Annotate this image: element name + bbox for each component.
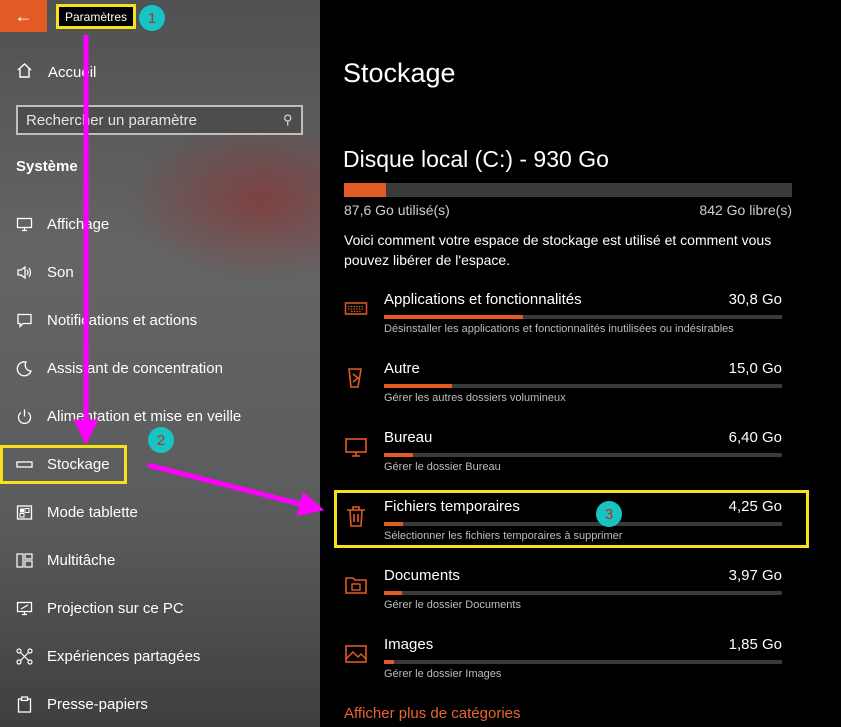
category-bar [384,384,782,388]
home-link[interactable]: Accueil [16,62,96,83]
category-name: Fichiers temporaires [384,498,520,515]
sidebar-item-stockage[interactable]: Stockage [16,452,110,476]
category-name: Images [384,636,434,653]
multitask-icon [16,552,33,569]
speaker-icon [16,264,33,281]
page-title: Stockage [343,58,456,88]
used-space-label: 87,6 Go utilisé(s) [344,202,450,218]
sidebar-item-alimentation[interactable]: Alimentation et mise en veille [16,404,241,428]
category-name: Autre [384,360,420,377]
sidebar-item-concentration[interactable]: Assistant de concentration [16,356,223,380]
category-bar [384,453,782,457]
category-size: 1,85 Go [728,636,782,653]
sidebar-item-label: Notifications et actions [47,311,198,329]
sidebar-item-label: Expériences partagées [47,647,201,665]
window-title-text: Paramètres [65,9,128,24]
power-icon [16,408,33,425]
category-bar-fill [384,315,524,319]
step-badge-1: 1 [139,5,165,31]
category-size: 6,40 Go [728,429,782,446]
sidebar-item-label: Son [47,263,74,281]
home-icon [16,62,33,83]
sidebar-item-label: Multitâche [47,551,116,569]
category-subtitle: Gérer le dossier Documents [384,599,521,611]
category-size: 4,25 Go [728,498,782,515]
category-documents[interactable]: Documents 3,97 Go Gérer le dossier Docum… [344,567,782,625]
category-fichiers-temporaires[interactable]: Fichiers temporaires 4,25 Go Sélectionne… [344,498,782,556]
category-images[interactable]: Images 1,85 Go Gérer le dossier Images [344,636,782,694]
sidebar-item-label: Projection sur ce PC [47,599,184,617]
free-space-label: 842 Go libre(s) [699,202,792,218]
category-bar-fill [384,522,404,526]
sidebar-item-label: Assistant de concentration [47,359,223,377]
clipboard-icon [16,695,33,713]
sidebar-item-son[interactable]: Son [16,260,74,284]
images-icon [344,642,368,666]
search-input[interactable]: Rechercher un paramètre ⚲ [16,105,303,135]
category-size: 30,8 Go [728,291,782,308]
category-bar [384,522,782,526]
drive-title: Disque local (C:) - 930 Go [343,146,609,172]
sidebar-item-presse-papiers[interactable]: Presse-papiers [16,692,148,716]
category-applications[interactable]: Applications et fonctionnalités 30,8 Go … [344,291,782,349]
projection-icon [16,600,33,617]
documents-icon [344,573,368,597]
category-size: 3,97 Go [728,567,782,584]
category-bar-fill [384,384,452,388]
category-bureau[interactable]: Bureau 6,40 Go Gérer le dossier Bureau [344,429,782,487]
sidebar-item-label: Alimentation et mise en veille [47,407,242,425]
step-badge-3: 3 [596,501,622,527]
category-subtitle: Gérer le dossier Bureau [384,461,501,473]
drive-usage-bar [344,183,792,197]
category-bar-fill [384,660,394,664]
category-name: Bureau [384,429,433,446]
section-title: Système [16,158,78,175]
step-badge-2: 2 [148,427,174,453]
other-icon [344,366,368,390]
category-bar-fill [384,591,402,595]
keyboard-icon [344,297,368,321]
storage-description: Voici comment votre espace de stockage e… [344,232,772,268]
sidebar-item-label: Affichage [47,215,110,233]
sidebar-item-label: Presse-papiers [47,695,148,713]
sidebar-item-notifications[interactable]: Notifications et actions [16,308,197,332]
window-title: Paramètres [56,4,137,29]
message-icon [16,312,33,329]
sidebar-item-label: Mode tablette [47,503,138,521]
sidebar-item-affichage[interactable]: Affichage [16,212,109,236]
category-name: Documents [384,567,460,584]
sidebar-item-label: Stockage [47,455,110,473]
tablet-icon [16,504,33,521]
sidebar-item-experiences[interactable]: Expériences partagées [16,644,200,668]
back-button[interactable]: ← [0,0,47,32]
category-size: 15,0 Go [728,360,782,377]
category-subtitle: Gérer les autres dossiers volumineux [384,392,566,404]
monitor-icon [16,216,33,233]
search-placeholder: Rechercher un paramètre [26,111,197,129]
category-subtitle: Gérer le dossier Images [384,668,502,680]
trash-icon [344,504,368,528]
category-bar [384,660,782,664]
back-arrow-icon: ← [14,5,33,26]
category-bar [384,315,782,319]
storage-icon [16,456,33,473]
drive-usage-fill [344,183,387,197]
category-bar [384,591,782,595]
share-icon [16,647,33,665]
search-icon: ⚲ [283,112,293,127]
category-subtitle: Sélectionner les fichiers temporaires à … [384,530,623,542]
category-subtitle: Désinstaller les applications et fonctio… [384,323,734,335]
category-autre[interactable]: Autre 15,0 Go Gérer les autres dossiers … [344,360,782,418]
sidebar-item-projection[interactable]: Projection sur ce PC [16,596,184,620]
sidebar-item-multitache[interactable]: Multitâche [16,548,115,572]
moon-icon [16,360,33,377]
home-label: Accueil [48,64,97,81]
sidebar-item-mode-tablette[interactable]: Mode tablette [16,500,138,524]
main-panel: Stockage Disque local (C:) - 930 Go 87,6… [320,0,841,727]
category-bar-fill [384,453,414,457]
category-name: Applications et fonctionnalités [384,291,582,308]
show-more-categories-link[interactable]: Afficher plus de catégories [344,705,521,722]
sidebar: ← Paramètres Accueil Rechercher un param… [0,0,320,727]
desktop-icon [344,435,368,459]
